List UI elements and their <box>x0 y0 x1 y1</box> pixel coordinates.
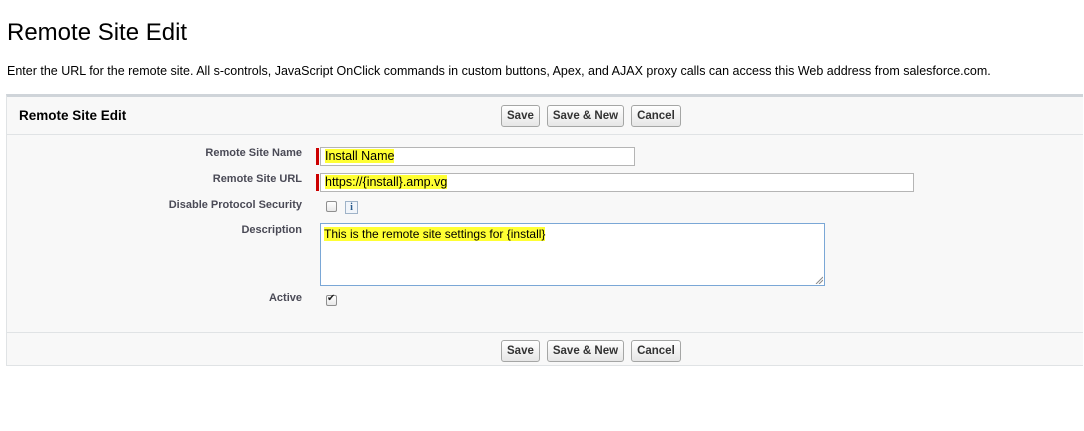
description-label: Description <box>241 224 302 236</box>
cancel-button[interactable]: Cancel <box>631 340 681 362</box>
remote-site-name-input[interactable]: Install Name <box>320 147 635 166</box>
page-title: Remote Site Edit <box>7 19 188 46</box>
description-textarea[interactable]: This is the remote site settings for {in… <box>320 223 825 286</box>
save-and-new-button[interactable]: Save & New <box>546 105 625 127</box>
cancel-button[interactable]: Cancel <box>631 105 681 127</box>
info-icon[interactable]: i <box>345 201 358 214</box>
remote-site-url-label: Remote Site URL <box>212 173 302 185</box>
block-header: Remote Site Edit Save Save & New Cancel <box>7 97 1083 135</box>
remote-site-edit-block: Remote Site Edit Save Save & New Cancel … <box>6 94 1083 366</box>
resize-grip-icon[interactable] <box>815 276 823 284</box>
active-label: Active <box>268 292 302 304</box>
remote-site-url-value: https://{install}.amp.vg <box>325 175 448 189</box>
save-button[interactable]: Save <box>501 105 540 127</box>
block-title: Remote Site Edit <box>19 108 127 123</box>
required-indicator <box>316 174 319 191</box>
bottom-button-row: Save Save & New Cancel <box>501 340 681 362</box>
disable-protocol-security-checkbox[interactable] <box>326 201 337 212</box>
page-description: Enter the URL for the remote site. All s… <box>7 64 991 78</box>
top-button-row: Save Save & New Cancel <box>501 105 681 127</box>
save-and-new-button[interactable]: Save & New <box>546 340 625 362</box>
footer-divider <box>7 332 1083 333</box>
remote-site-name-value: Install Name <box>325 149 395 163</box>
required-indicator <box>316 148 319 165</box>
disable-protocol-security-label: Disable Protocol Security <box>168 199 302 211</box>
active-checkbox[interactable] <box>326 293 337 306</box>
save-button[interactable]: Save <box>501 340 540 362</box>
description-value: This is the remote site settings for {in… <box>324 227 546 241</box>
remote-site-name-label: Remote Site Name <box>205 147 302 159</box>
remote-site-url-input[interactable]: https://{install}.amp.vg <box>320 173 914 192</box>
